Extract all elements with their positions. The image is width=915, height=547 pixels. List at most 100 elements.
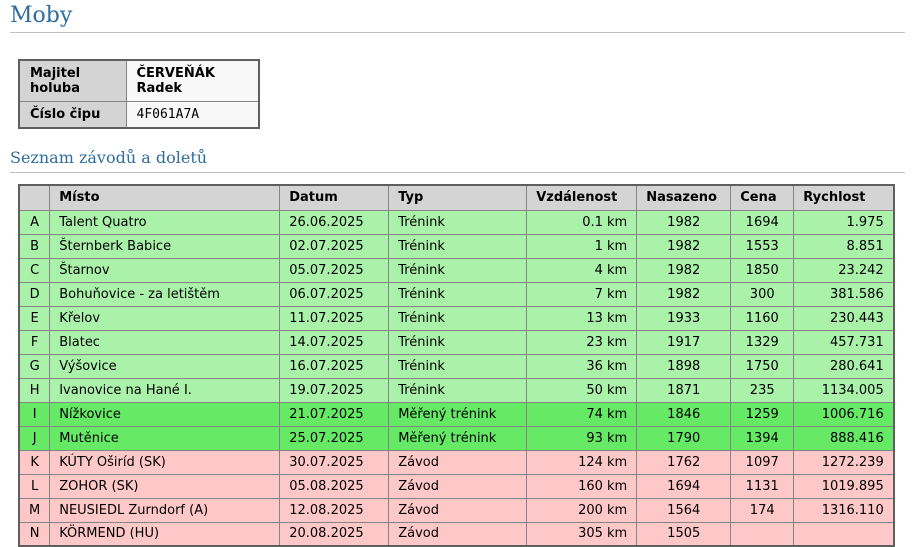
column-header-typ: Typ	[389, 185, 527, 210]
cell-rychlost: 381.586	[794, 282, 894, 306]
cell-id: A	[19, 210, 50, 234]
cell-id: E	[19, 306, 50, 330]
cell-id: B	[19, 234, 50, 258]
cell-id: D	[19, 282, 50, 306]
cell-vzdalenost: 160 km	[527, 474, 637, 498]
cell-cena: 1329	[731, 330, 794, 354]
cell-vzdalenost: 1 km	[527, 234, 637, 258]
table-row: JMutěnice25.07.2025Měřený trénink93 km17…	[19, 426, 894, 450]
cell-misto: NEUSIEDL Zurndorf (A)	[50, 498, 280, 522]
cell-datum: 26.06.2025	[280, 210, 389, 234]
cell-id: J	[19, 426, 50, 450]
cell-datum: 16.07.2025	[280, 354, 389, 378]
cell-vzdalenost: 50 km	[527, 378, 637, 402]
cell-rychlost: 888.416	[794, 426, 894, 450]
cell-typ: Trénink	[389, 330, 527, 354]
cell-rychlost: 1272.239	[794, 450, 894, 474]
cell-typ: Závod	[389, 474, 527, 498]
cell-cena: 174	[731, 498, 794, 522]
column-header-rychlost: Rychlost	[794, 185, 894, 210]
cell-typ: Trénink	[389, 258, 527, 282]
cell-id: M	[19, 498, 50, 522]
table-row: ATalent Quatro26.06.2025Trénink0.1 km198…	[19, 210, 894, 234]
cell-datum: 11.07.2025	[280, 306, 389, 330]
cell-cena: 235	[731, 378, 794, 402]
cell-misto: Štarnov	[50, 258, 280, 282]
cell-nasazeno: 1762	[637, 450, 731, 474]
info-value: ČERVEŇÁK Radek	[126, 60, 259, 102]
cell-datum: 12.08.2025	[280, 498, 389, 522]
cell-vzdalenost: 200 km	[527, 498, 637, 522]
cell-nasazeno: 1982	[637, 258, 731, 282]
cell-rychlost: 1019.895	[794, 474, 894, 498]
cell-datum: 30.07.2025	[280, 450, 389, 474]
cell-typ: Trénink	[389, 378, 527, 402]
cell-datum: 25.07.2025	[280, 426, 389, 450]
cell-misto: Bohuňovice - za letištěm	[50, 282, 280, 306]
pigeon-info-body: Majitel holubaČERVEŇÁK RadekČíslo čipu4F…	[19, 60, 259, 128]
column-header-datum: Datum	[280, 185, 389, 210]
table-row: LZOHOR (SK)05.08.2025Závod160 km16941131…	[19, 474, 894, 498]
cell-cena: 300	[731, 282, 794, 306]
cell-cena	[731, 522, 794, 546]
column-header-vzdalenost: Vzdálenost	[527, 185, 637, 210]
races-header-row: MístoDatumTypVzdálenostNasazenoCenaRychl…	[19, 185, 894, 210]
cell-typ: Měřený trénink	[389, 426, 527, 450]
cell-datum: 06.07.2025	[280, 282, 389, 306]
cell-id: H	[19, 378, 50, 402]
table-row: DBohuňovice - za letištěm06.07.2025Tréni…	[19, 282, 894, 306]
cell-rychlost: 1.975	[794, 210, 894, 234]
cell-nasazeno: 1694	[637, 474, 731, 498]
cell-id: F	[19, 330, 50, 354]
cell-typ: Měřený trénink	[389, 402, 527, 426]
cell-cena: 1259	[731, 402, 794, 426]
column-header-misto: Místo	[50, 185, 280, 210]
cell-nasazeno: 1871	[637, 378, 731, 402]
table-row: EKřelov11.07.2025Trénink13 km19331160230…	[19, 306, 894, 330]
cell-rychlost: 1134.005	[794, 378, 894, 402]
cell-datum: 21.07.2025	[280, 402, 389, 426]
cell-vzdalenost: 4 km	[527, 258, 637, 282]
cell-typ: Závod	[389, 498, 527, 522]
cell-cena: 1394	[731, 426, 794, 450]
cell-id: C	[19, 258, 50, 282]
table-row: CŠtarnov05.07.2025Trénink4 km1982185023.…	[19, 258, 894, 282]
cell-vzdalenost: 7 km	[527, 282, 637, 306]
cell-id: L	[19, 474, 50, 498]
cell-vzdalenost: 74 km	[527, 402, 637, 426]
column-header-id	[19, 185, 50, 210]
cell-nasazeno: 1982	[637, 210, 731, 234]
cell-rychlost: 457.731	[794, 330, 894, 354]
cell-id: I	[19, 402, 50, 426]
cell-datum: 19.07.2025	[280, 378, 389, 402]
section-title: Seznam závodů a doletů	[10, 149, 905, 173]
cell-rychlost: 23.242	[794, 258, 894, 282]
cell-vzdalenost: 305 km	[527, 522, 637, 546]
cell-misto: KÚTY Oširíd (SK)	[50, 450, 280, 474]
page-title: Moby	[10, 0, 905, 29]
info-label: Majitel holuba	[19, 60, 126, 102]
page: Moby Majitel holubaČERVEŇÁK RadekČíslo č…	[0, 0, 915, 547]
cell-misto: Talent Quatro	[50, 210, 280, 234]
cell-cena: 1694	[731, 210, 794, 234]
cell-typ: Závod	[389, 450, 527, 474]
cell-datum: 05.07.2025	[280, 258, 389, 282]
cell-misto: Výšovice	[50, 354, 280, 378]
cell-id: G	[19, 354, 50, 378]
cell-rychlost: 1316.110	[794, 498, 894, 522]
cell-misto: Ivanovice na Hané I.	[50, 378, 280, 402]
cell-typ: Závod	[389, 522, 527, 546]
cell-nasazeno: 1846	[637, 402, 731, 426]
cell-cena: 1750	[731, 354, 794, 378]
table-row: KKÚTY Oširíd (SK)30.07.2025Závod124 km17…	[19, 450, 894, 474]
cell-datum: 14.07.2025	[280, 330, 389, 354]
cell-nasazeno: 1982	[637, 234, 731, 258]
cell-typ: Trénink	[389, 234, 527, 258]
cell-nasazeno: 1898	[637, 354, 731, 378]
cell-id: K	[19, 450, 50, 474]
cell-cena: 1850	[731, 258, 794, 282]
cell-vzdalenost: 124 km	[527, 450, 637, 474]
cell-misto: KÖRMEND (HU)	[50, 522, 280, 546]
table-row: GVýšovice16.07.2025Trénink36 km189817502…	[19, 354, 894, 378]
cell-misto: ZOHOR (SK)	[50, 474, 280, 498]
